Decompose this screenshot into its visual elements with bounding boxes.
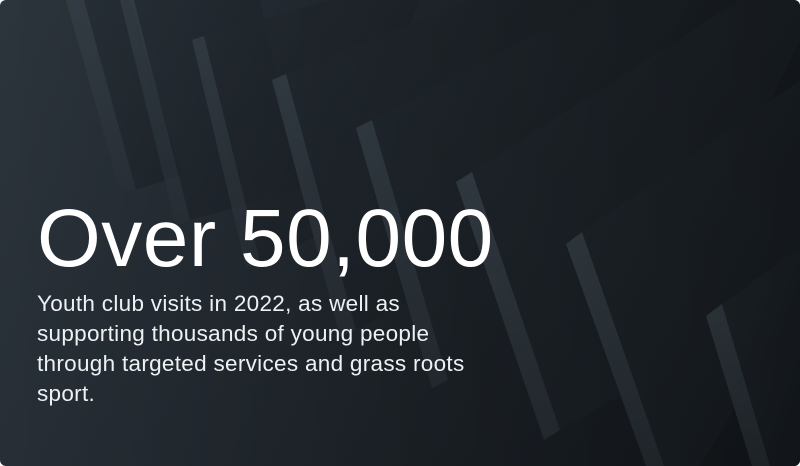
stat-content: Over 50,000 Youth club visits in 2022, a… [37,193,597,409]
stat-description: Youth club visits in 2022, as well as su… [37,291,465,406]
stat-headline: Over 50,000 [37,193,494,284]
stat-card: Over 50,000 Youth club visits in 2022, a… [0,0,800,466]
